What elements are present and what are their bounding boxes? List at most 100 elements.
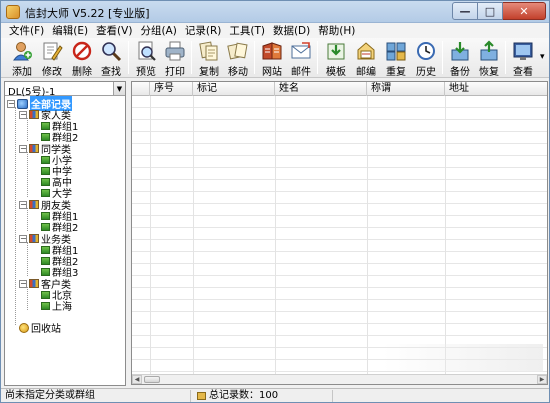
add-label: 添加 xyxy=(12,67,32,78)
tree-recycle-bin[interactable]: 回收站 xyxy=(19,322,61,335)
toolbar-separator xyxy=(191,41,192,74)
column-divider xyxy=(445,96,446,374)
maximize-button[interactable]: □ xyxy=(478,2,503,20)
printer-icon xyxy=(164,40,186,62)
menu-edit[interactable]: 编辑(E) xyxy=(48,23,92,38)
chevron-down-icon[interactable]: ▼ xyxy=(113,82,125,95)
group-icon xyxy=(29,200,39,209)
move-button[interactable]: 移动 xyxy=(225,39,251,78)
column-header-mark[interactable]: 标记 xyxy=(193,82,275,96)
history-button[interactable]: 历史 xyxy=(413,39,439,78)
collapse-icon[interactable]: − xyxy=(19,234,27,243)
envelope-size-select[interactable]: DL(5号)-1 ▼ xyxy=(5,82,125,98)
close-button[interactable]: ✕ xyxy=(503,2,546,20)
menu-group[interactable]: 分组(A) xyxy=(136,23,180,38)
search-button[interactable]: 查找 xyxy=(98,39,124,78)
category-panel: DL(5号)-1 ▼ − 全部记录 − 家人类 群组1 群组2 − 同学类 小学… xyxy=(4,81,126,386)
backup-label: 备份 xyxy=(450,67,470,78)
print-label: 打印 xyxy=(165,67,185,78)
tree-guide xyxy=(15,107,16,325)
backup-button[interactable]: 备份 xyxy=(447,39,473,78)
column-divider xyxy=(367,96,368,374)
scroll-left-icon[interactable]: ◀ xyxy=(132,375,142,384)
collapse-icon[interactable]: − xyxy=(19,200,27,209)
group-icon xyxy=(29,279,39,288)
group-icon xyxy=(29,144,39,153)
website-icon xyxy=(261,40,283,62)
search-icon xyxy=(100,40,122,62)
view-button[interactable]: 查看 xyxy=(510,39,536,78)
website-button[interactable]: 网站 xyxy=(259,39,285,78)
postcode-label: 邮编 xyxy=(356,67,376,78)
column-header-address[interactable]: 地址 xyxy=(445,82,547,96)
collapse-icon[interactable]: − xyxy=(19,110,27,119)
menu-file[interactable]: 文件(F) xyxy=(5,23,48,38)
tree-leaf[interactable]: 上海 xyxy=(41,300,72,313)
collapse-icon[interactable]: − xyxy=(19,144,27,153)
menu-help[interactable]: 帮助(H) xyxy=(314,23,359,38)
move-icon xyxy=(227,40,249,62)
status-bar: 尚未指定分类或群组 总记录数：100 xyxy=(1,388,549,402)
category-tree: − 全部记录 − 家人类 群组1 群组2 − 同学类 小学 中学 高中 大学 −… xyxy=(5,96,125,386)
delete-button[interactable]: 删除 xyxy=(69,39,95,78)
edit-button[interactable]: 修改 xyxy=(39,39,65,78)
menu-view[interactable]: 查看(V) xyxy=(92,23,136,38)
template-button[interactable]: 模板 xyxy=(323,39,349,78)
table-header: 序号 标记 姓名 称谓 地址 xyxy=(132,82,547,96)
subgroup-icon xyxy=(41,132,50,141)
minimize-button[interactable]: — xyxy=(452,2,478,20)
edit-icon xyxy=(41,40,63,62)
restore-icon xyxy=(478,40,500,62)
scroll-right-icon[interactable]: ▶ xyxy=(537,375,547,384)
tree-guide xyxy=(27,152,28,197)
toolbar-more-icon[interactable]: ▾ xyxy=(540,52,545,62)
menu-record[interactable]: 记录(R) xyxy=(181,23,226,38)
subgroup-icon xyxy=(41,301,50,310)
column-header-index[interactable]: 序号 xyxy=(150,82,193,96)
collapse-icon[interactable]: − xyxy=(19,279,27,288)
preview-icon xyxy=(135,40,157,62)
copy-button[interactable]: 复制 xyxy=(196,39,222,78)
tree-leaf-label: 上海 xyxy=(52,302,72,313)
records-table: 序号 标记 姓名 称谓 地址 ◀ ▶ xyxy=(131,81,548,385)
tree-guide xyxy=(27,242,28,276)
column-header-name[interactable]: 姓名 xyxy=(275,82,367,96)
move-label: 移动 xyxy=(228,67,248,78)
toolbar-separator xyxy=(128,41,129,74)
duplicate-button[interactable]: 重复 xyxy=(383,39,409,78)
recycle-bin-icon xyxy=(19,322,29,333)
menu-data[interactable]: 数据(D) xyxy=(269,23,314,38)
add-button[interactable]: 添加 xyxy=(9,39,35,78)
tree-guide xyxy=(27,208,28,231)
preview-button[interactable]: 预览 xyxy=(133,39,159,78)
horizontal-scrollbar[interactable]: ◀ ▶ xyxy=(132,374,547,384)
mail-icon xyxy=(290,40,312,62)
mail-label: 邮件 xyxy=(291,67,311,78)
menu-bar: 文件(F) 编辑(E) 查看(V) 分组(A) 记录(R) 工具(T) 数据(D… xyxy=(1,23,549,38)
delete-icon xyxy=(71,40,93,62)
column-divider xyxy=(193,96,194,374)
title-bar: 信封大师 V5.22 [专业版] — □ ✕ xyxy=(1,1,549,23)
subgroup-icon xyxy=(41,166,50,175)
postcode-icon xyxy=(355,40,377,62)
duplicate-label: 重复 xyxy=(386,67,406,78)
menu-tools[interactable]: 工具(T) xyxy=(225,23,269,38)
subgroup-icon xyxy=(41,121,50,130)
folder-icon xyxy=(17,98,28,109)
mail-button[interactable]: 邮件 xyxy=(288,39,314,78)
column-header-title[interactable]: 称谓 xyxy=(367,82,445,96)
edit-label: 修改 xyxy=(42,67,62,78)
print-button[interactable]: 打印 xyxy=(162,39,188,78)
duplicate-icon xyxy=(385,40,407,62)
table-body[interactable] xyxy=(132,96,547,374)
tree-guide xyxy=(27,287,28,310)
website-label: 网站 xyxy=(262,67,282,78)
history-label: 历史 xyxy=(416,67,436,78)
column-divider xyxy=(275,96,276,374)
subgroup-icon xyxy=(41,267,50,276)
window-title: 信封大师 V5.22 [专业版] xyxy=(25,7,150,20)
collapse-icon[interactable]: − xyxy=(7,99,15,108)
restore-button[interactable]: 恢复 xyxy=(476,39,502,78)
scroll-thumb[interactable] xyxy=(144,376,160,383)
postcode-button[interactable]: 邮编 xyxy=(353,39,379,78)
